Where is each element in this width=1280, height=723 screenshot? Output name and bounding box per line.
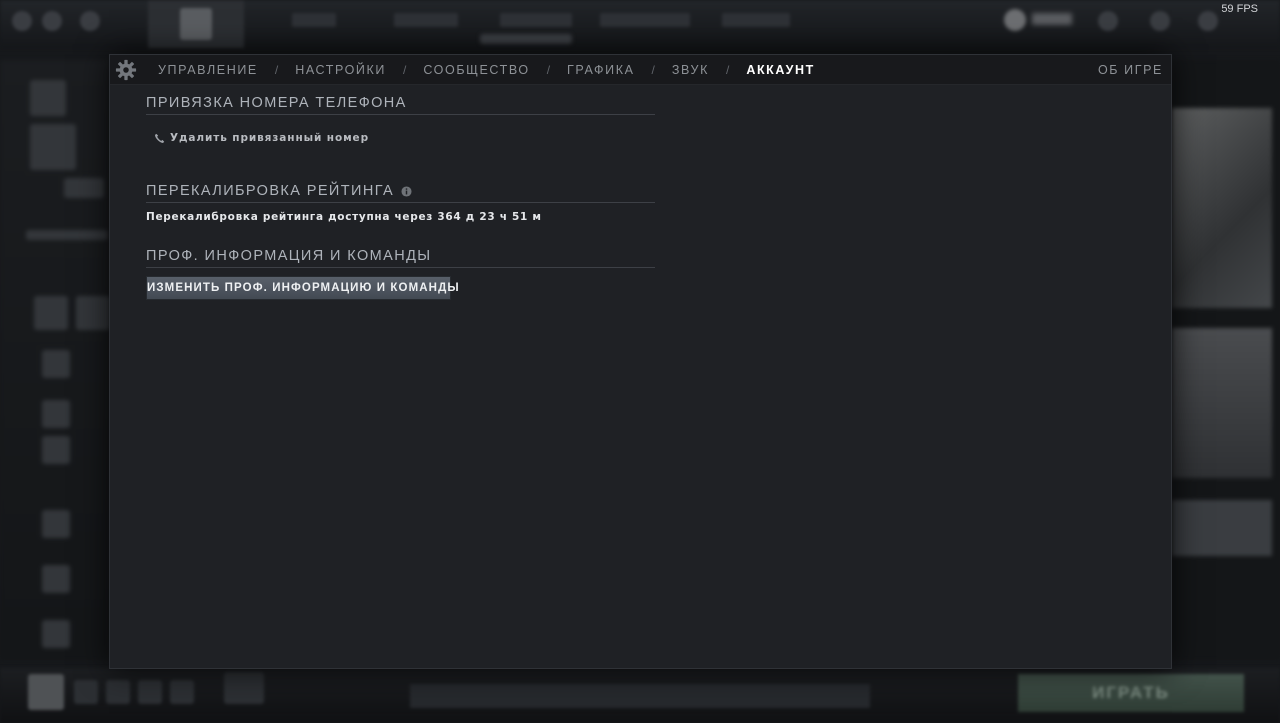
play-button: ИГРАТЬ: [1018, 674, 1244, 712]
featured-image: [1172, 108, 1272, 308]
phone-section-title-text: ПРИВЯЗКА НОМЕРА ТЕЛЕФОНА: [146, 95, 407, 111]
fps-counter: 59 FPS: [1221, 3, 1258, 15]
friends-icon: [1150, 11, 1170, 31]
friend-avatar: [42, 510, 70, 538]
settings-tabs: УПРАВЛЕНИЕ / НАСТРОЙКИ / СООБЩЕСТВО / ГР…: [158, 55, 815, 85]
medal: [30, 124, 76, 170]
nav-item: [292, 13, 336, 27]
tab-social[interactable]: СООБЩЕСТВО: [423, 63, 529, 77]
chat-icon: [1098, 11, 1118, 31]
settings-icon: [42, 11, 62, 31]
info-icon[interactable]: [401, 185, 412, 197]
tab-controls[interactable]: УПРАВЛЕНИЕ: [158, 63, 258, 77]
tab-separator: /: [274, 63, 279, 77]
tab-options[interactable]: НАСТРОЙКИ: [295, 63, 386, 77]
trailer-banner: [1172, 500, 1272, 556]
party-slot: [74, 680, 98, 704]
pro-info-section-title: ПРОФ. ИНФОРМАЦИЯ И КОМАНДЫ: [146, 248, 655, 268]
nav-item: [394, 13, 458, 27]
tab-audio[interactable]: ЗВУК: [672, 63, 709, 77]
hero-portrait: [224, 672, 264, 704]
left-panel: [0, 60, 110, 660]
profile-icon: [1198, 11, 1218, 31]
currency-amount: [1032, 13, 1072, 25]
back-icon: [80, 11, 100, 31]
nav-item: [600, 13, 690, 27]
remove-phone-link[interactable]: Удалить привязанный номер: [154, 132, 369, 144]
stat-block: [64, 178, 104, 198]
featured-image: [1172, 328, 1272, 478]
party-slot: [106, 680, 130, 704]
dota-logo: [148, 0, 244, 48]
remove-phone-label: Удалить привязанный номер: [170, 132, 369, 144]
edit-pro-info-button[interactable]: ИЗМЕНИТЬ ПРОФ. ИНФОРМАЦИЮ И КОМАНДЫ: [146, 276, 459, 300]
top-bar: [0, 0, 1280, 48]
bottom-bar: ИГРАТЬ: [0, 668, 1280, 723]
friend-avatar: [42, 436, 70, 464]
nav-item: [722, 13, 790, 27]
friend-avatar: [42, 620, 70, 648]
pro-info-section-title-text: ПРОФ. ИНФОРМАЦИЯ И КОМАНДЫ: [146, 248, 432, 264]
tab-separator: /: [546, 63, 551, 77]
right-panel: [1172, 60, 1280, 660]
nav-item: [500, 13, 572, 27]
tab-video[interactable]: ГРАФИКА: [567, 63, 635, 77]
avatar: [30, 80, 66, 116]
settings-header: УПРАВЛЕНИЕ / НАСТРОЙКИ / СООБЩЕСТВО / ГР…: [110, 55, 1171, 85]
phone-section-title: ПРИВЯЗКА НОМЕРА ТЕЛЕФОНА: [146, 95, 655, 115]
phone-icon: [154, 133, 165, 143]
gear-icon[interactable]: [115, 59, 137, 81]
recalibration-status: Перекалибровка рейтинга доступна через 3…: [146, 211, 542, 223]
currency-display: [1004, 9, 1074, 31]
recalibration-section-title: ПЕРЕКАЛИБРОВКА РЕЙТИНГА: [146, 183, 655, 203]
coin-icon: [1004, 9, 1026, 31]
party-slot: [170, 680, 194, 704]
hero-slot: [34, 296, 68, 330]
tab-account[interactable]: АККАУНТ: [746, 63, 814, 77]
tab-separator: /: [402, 63, 407, 77]
tab-separator: /: [651, 63, 655, 77]
hero-slot: [76, 296, 110, 330]
about-game-link[interactable]: ОБ ИГРЕ: [1098, 55, 1163, 85]
label-block: [26, 230, 108, 240]
settings-modal: УПРАВЛЕНИЕ / НАСТРОЙКИ / СООБЩЕСТВО / ГР…: [109, 54, 1172, 669]
recalibration-section-title-text: ПЕРЕКАЛИБРОВКА РЕЙТИНГА: [146, 183, 395, 199]
friend-avatar: [42, 565, 70, 593]
friend-avatar: [42, 350, 70, 378]
tab-separator: /: [725, 63, 730, 77]
chat-input: [410, 684, 870, 708]
friend-avatar: [42, 400, 70, 428]
party-slot: [138, 680, 162, 704]
party-avatar: [28, 674, 64, 710]
sub-label: [480, 34, 572, 44]
exit-icon: [12, 11, 32, 31]
